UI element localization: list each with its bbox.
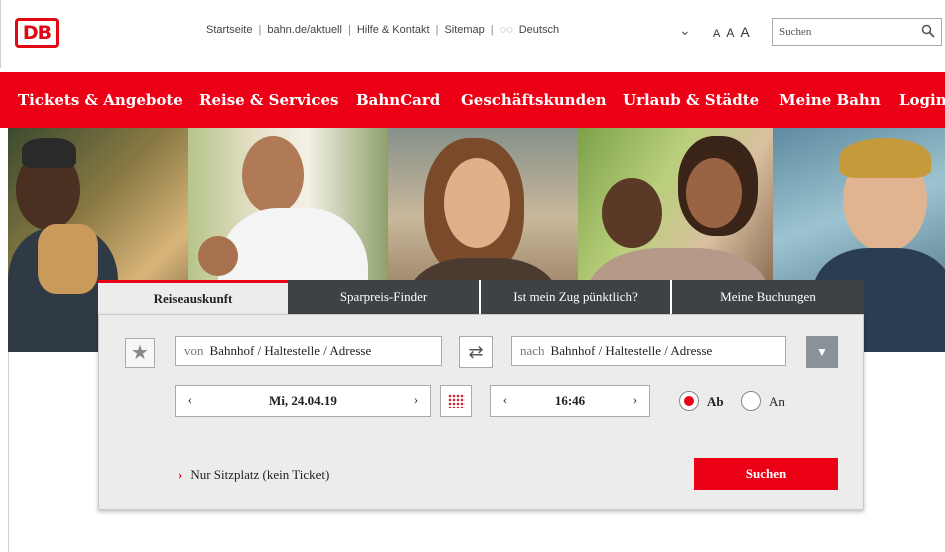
search-icon[interactable] <box>921 24 935 38</box>
search-input[interactable] <box>773 19 913 45</box>
util-separator: | <box>347 24 351 36</box>
util-link-aktuell[interactable]: bahn.de/aktuell <box>267 24 342 36</box>
seat-only-link[interactable]: › Nur Sitzplatz (kein Ticket) <box>178 467 329 483</box>
date-stepper: ‹ Mi, 24.04.19 › <box>175 385 431 417</box>
seat-only-label: Nur Sitzplatz (kein Ticket) <box>190 467 330 482</box>
departure-label: Ab <box>707 394 724 409</box>
from-station-value: Bahnhof / Haltestelle / Adresse <box>209 343 372 358</box>
date-next-icon[interactable]: › <box>402 393 430 409</box>
util-link-sitemap[interactable]: Sitemap <box>444 24 484 36</box>
nav-item-reise[interactable]: Reise & Services <box>199 91 339 109</box>
chevron-down-icon[interactable]: ⌄ <box>679 22 691 39</box>
tab-reiseauskunft[interactable]: Reiseauskunft <box>98 280 288 314</box>
time-stepper: ‹ 16:46 › <box>490 385 650 417</box>
tab-zug-puenktlich[interactable]: Ist mein Zug pünktlich? <box>481 280 672 314</box>
arrival-label: An <box>769 394 785 409</box>
tab-sparpreis-finder[interactable]: Sparpreis-Finder <box>288 280 481 314</box>
calendar-icon[interactable] <box>440 385 472 417</box>
page-border <box>8 352 9 552</box>
nav-item-login[interactable]: Login <box>899 91 945 109</box>
nav-item-bahncard[interactable]: BahnCard <box>356 91 440 109</box>
to-prefix: nach <box>520 343 545 358</box>
utility-links: Startseite | bahn.de/aktuell | Hilfe & Kon… <box>206 24 559 36</box>
site-search <box>772 18 942 46</box>
search-button[interactable]: Suchen <box>694 458 838 490</box>
font-size-switcher: A A A <box>713 24 750 40</box>
util-separator: | <box>435 24 439 36</box>
language-selector[interactable]: Deutsch <box>519 24 559 36</box>
language-icon: ◌◌ <box>499 24 513 36</box>
caret-right-icon: › <box>178 467 183 482</box>
arrival-radio[interactable] <box>741 391 761 411</box>
font-size-large[interactable]: A <box>740 24 749 40</box>
nav-item-geschaeftskunden[interactable]: Geschäftskunden <box>461 91 607 109</box>
to-station-field[interactable]: nach Bahnhof / Haltestelle / Adresse <box>511 336 786 366</box>
util-link-startseite[interactable]: Startseite <box>206 24 252 36</box>
main-navigation: Tickets & Angebote Reise & Services Bahn… <box>0 72 945 128</box>
favorite-star-icon[interactable]: ★ <box>125 338 155 368</box>
date-value[interactable]: Mi, 24.04.19 <box>204 393 402 409</box>
time-next-icon[interactable]: › <box>621 393 649 409</box>
swap-stations-icon[interactable]: ⇄ <box>459 336 493 368</box>
nav-item-tickets[interactable]: Tickets & Angebote <box>18 91 183 109</box>
nav-item-urlaub[interactable]: Urlaub & Städte <box>623 91 759 109</box>
date-prev-icon[interactable]: ‹ <box>176 393 204 409</box>
util-link-hilfe[interactable]: Hilfe & Kontakt <box>357 24 430 36</box>
from-station-field[interactable]: von Bahnhof / Haltestelle / Adresse <box>175 336 442 366</box>
db-logo[interactable]: DB <box>15 18 59 48</box>
departure-radio[interactable] <box>679 391 699 411</box>
time-prev-icon[interactable]: ‹ <box>491 393 519 409</box>
to-station-value: Bahnhof / Haltestelle / Adresse <box>550 343 713 358</box>
font-size-medium[interactable]: A <box>726 26 734 40</box>
chevron-down-icon[interactable]: ▼ <box>806 336 838 368</box>
tab-meine-buchungen[interactable]: Meine Buchungen <box>672 280 864 314</box>
top-header: DB Startseite | bahn.de/aktuell | Hilfe & … <box>0 0 945 68</box>
time-value[interactable]: 16:46 <box>519 393 621 409</box>
util-separator: | <box>490 24 494 36</box>
booking-tabs: Reiseauskunft Sparpreis-Finder Ist mein … <box>98 280 864 314</box>
from-prefix: von <box>184 343 204 358</box>
nav-item-meine-bahn[interactable]: Meine Bahn <box>779 91 881 109</box>
util-separator: | <box>258 24 262 36</box>
font-size-small[interactable]: A <box>713 28 720 40</box>
